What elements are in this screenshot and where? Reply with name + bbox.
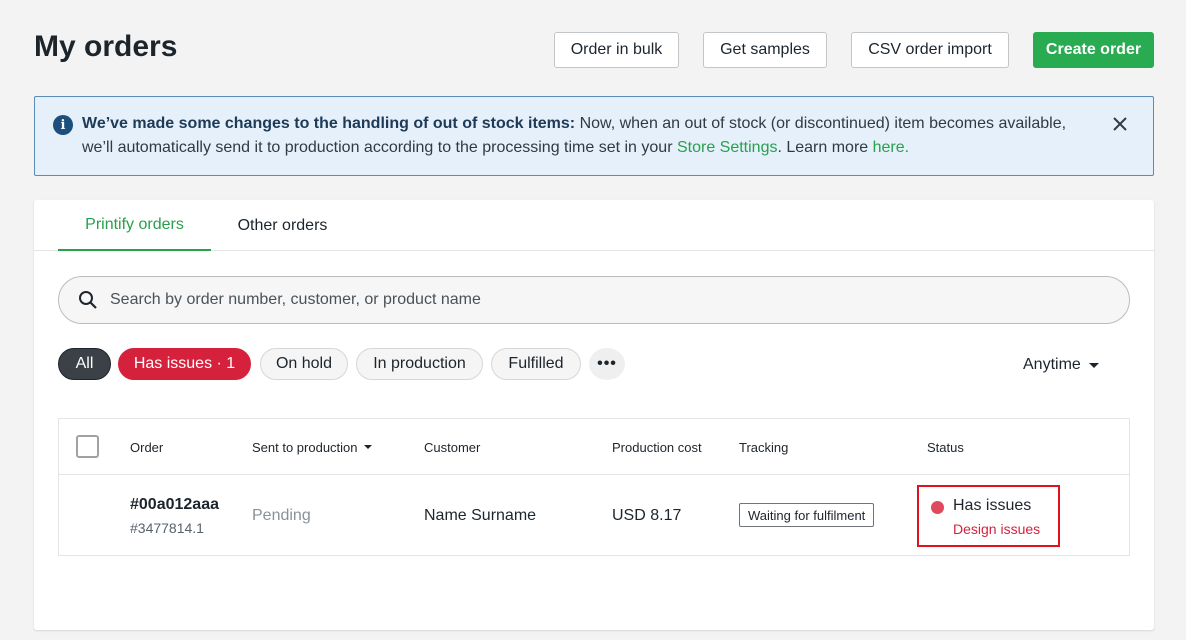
learn-more-link[interactable]: here. <box>873 139 909 156</box>
filter-fulfilled[interactable]: Fulfilled <box>491 348 581 380</box>
order-in-bulk-button[interactable]: Order in bulk <box>554 32 679 68</box>
status-dot-icon <box>931 501 944 514</box>
filter-on-hold[interactable]: On hold <box>260 348 348 380</box>
date-filter-label: Anytime <box>1023 356 1081 373</box>
search-icon <box>79 291 97 309</box>
filter-has-issues[interactable]: Has issues · 1 <box>118 348 251 380</box>
get-samples-button[interactable]: Get samples <box>703 32 827 68</box>
customer-name: Name Surname <box>424 507 537 524</box>
status-label: Has issues <box>953 497 1032 514</box>
info-icon: i <box>53 115 73 135</box>
csv-order-import-button[interactable]: CSV order import <box>851 32 1009 68</box>
sort-down-icon <box>363 445 372 449</box>
header-customer: Customer <box>424 439 481 455</box>
info-notice-banner: i We’ve made some changes to the handlin… <box>34 96 1154 176</box>
chevron-down-icon <box>1088 362 1099 368</box>
header-production-cost: Production cost <box>612 439 702 455</box>
header-status: Status <box>927 439 964 455</box>
header-sent-label: Sent to production <box>252 439 358 455</box>
production-cost-value: USD 8.17 <box>612 507 682 524</box>
header-sent-to-production[interactable]: Sent to production <box>252 419 372 475</box>
close-icon[interactable] <box>1109 113 1131 135</box>
filter-in-production[interactable]: In production <box>356 348 483 380</box>
tracking-status-badge: Waiting for fulfilment <box>739 503 875 527</box>
sent-to-production-value: Pending <box>252 507 311 524</box>
notice-body-text-2: . Learn more <box>777 139 873 156</box>
create-order-button[interactable]: Create order <box>1033 32 1154 68</box>
orders-tabs: Printify orders Other orders <box>34 200 1154 251</box>
tab-printify-orders[interactable]: Printify orders <box>58 200 211 251</box>
table-header: Order Sent to production Customer Produc… <box>59 419 1129 475</box>
header-order: Order <box>130 439 164 455</box>
orders-card: Printify orders Other orders All Has iss… <box>34 200 1154 630</box>
filter-all[interactable]: All <box>58 348 111 380</box>
store-settings-link[interactable]: Store Settings <box>677 139 778 156</box>
order-number[interactable]: #00a012aaa <box>130 496 219 514</box>
page-title: My orders <box>34 30 178 63</box>
orders-table: Order Sent to production Customer Produc… <box>58 418 1130 556</box>
select-all-checkbox[interactable] <box>76 435 99 458</box>
tab-other-orders[interactable]: Other orders <box>224 200 341 251</box>
search-bar <box>58 276 1130 324</box>
header-tracking: Tracking <box>739 439 789 455</box>
date-filter-dropdown[interactable]: Anytime <box>1023 356 1099 374</box>
order-sub-number: #3477814.1 <box>130 520 204 536</box>
status-detail-link[interactable]: Design issues <box>953 521 1040 537</box>
search-input[interactable] <box>108 290 1108 310</box>
notice-bold-text: We’ve made some changes to the handling … <box>82 115 576 132</box>
notice-text: We’ve made some changes to the handling … <box>82 112 1092 160</box>
more-filters-button[interactable]: ••• <box>589 348 625 380</box>
status-highlight-box: Has issues Design issues <box>917 485 1060 547</box>
